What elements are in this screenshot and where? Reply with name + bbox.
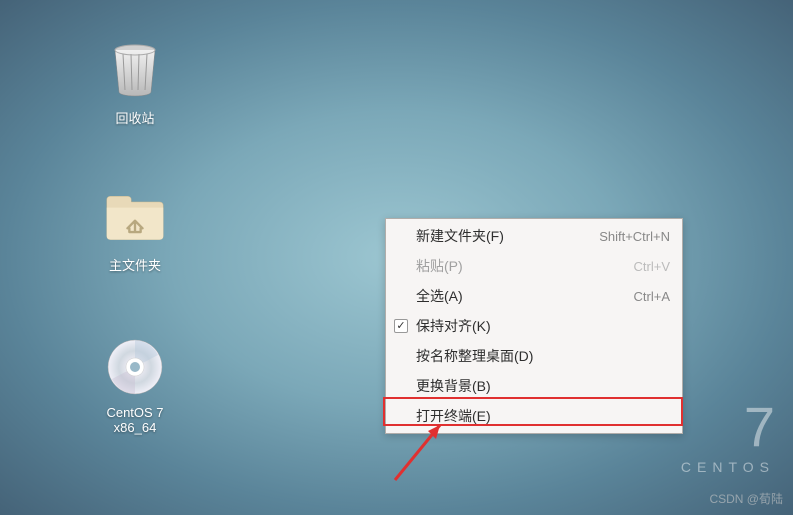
- trash-icon: [103, 38, 167, 102]
- checkbox-icon: [394, 319, 408, 333]
- menu-item-change-background[interactable]: 更换背景(B): [386, 371, 682, 401]
- menu-item-label: 粘贴(P): [416, 256, 463, 276]
- menu-item-label: 新建文件夹(F): [416, 226, 504, 246]
- menu-item-organize-by-name[interactable]: 按名称整理桌面(D): [386, 341, 682, 371]
- disc-icon: [103, 335, 167, 399]
- menu-item-open-terminal[interactable]: 打开终端(E): [386, 401, 682, 431]
- desktop-icon-home[interactable]: 主文件夹: [85, 185, 185, 274]
- desktop-icon-label: 回收站: [115, 108, 154, 127]
- centos-branding: 7 CENTOS: [681, 399, 775, 475]
- desktop-icon-cdrom[interactable]: CentOS 7 x86_64: [85, 335, 185, 435]
- menu-item-label: 保持对齐(K): [416, 316, 491, 336]
- menu-item-label: 打开终端(E): [416, 406, 491, 426]
- desktop-icon-label: CentOS 7 x86_64: [85, 405, 185, 435]
- menu-item-new-folder[interactable]: 新建文件夹(F) Shift+Ctrl+N: [386, 221, 682, 251]
- desktop-icon-label: 主文件夹: [109, 255, 161, 274]
- menu-item-shortcut: Shift+Ctrl+N: [599, 229, 670, 244]
- menu-item-shortcut: Ctrl+A: [634, 289, 670, 304]
- desktop-context-menu: 新建文件夹(F) Shift+Ctrl+N 粘贴(P) Ctrl+V 全选(A)…: [385, 218, 683, 434]
- menu-item-paste: 粘贴(P) Ctrl+V: [386, 251, 682, 281]
- menu-item-label: 更换背景(B): [416, 376, 491, 396]
- menu-item-keep-aligned[interactable]: 保持对齐(K): [386, 311, 682, 341]
- centos-version: 7: [681, 399, 775, 455]
- watermark-text: CSDN @荀陆: [709, 490, 783, 507]
- folder-home-icon: [103, 185, 167, 249]
- menu-item-shortcut: Ctrl+V: [634, 259, 670, 274]
- centos-name: CENTOS: [681, 459, 775, 475]
- menu-item-label: 按名称整理桌面(D): [416, 346, 533, 366]
- menu-item-label: 全选(A): [416, 286, 463, 306]
- desktop-icon-trash[interactable]: 回收站: [85, 38, 185, 127]
- menu-item-select-all[interactable]: 全选(A) Ctrl+A: [386, 281, 682, 311]
